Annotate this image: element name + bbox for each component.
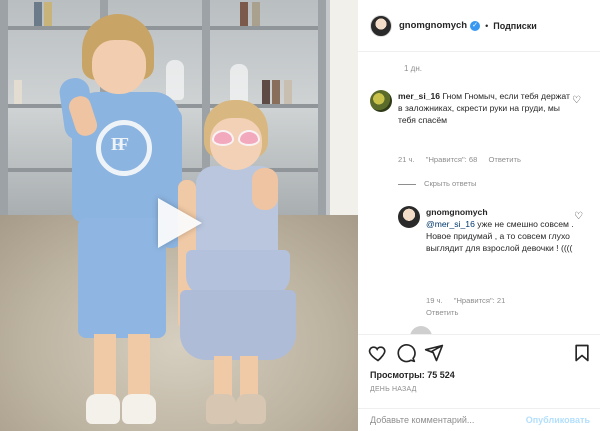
comment-meta-reply: Ответить <box>426 308 467 317</box>
publish-button[interactable]: Опубликовать <box>526 415 590 425</box>
play-icon[interactable] <box>158 198 202 248</box>
instagram-post: gnomgnomych ✓ • Подписки 1 дн. mer_si_16… <box>0 0 600 431</box>
following-button[interactable]: Подписки <box>493 21 537 31</box>
action-bar <box>358 334 600 374</box>
reply-button[interactable]: Ответить <box>426 308 458 317</box>
avatar[interactable] <box>398 206 420 228</box>
comment-text-block: gnomgnomych @mer_si_16 уже не смешно сов… <box>426 206 576 254</box>
comment-time: 21 ч. <box>398 155 415 164</box>
comment-icon[interactable] <box>396 343 416 363</box>
author-username[interactable]: gnomgnomych <box>399 20 467 31</box>
post-time: 1 дн. <box>404 64 422 73</box>
avatar[interactable] <box>410 326 432 334</box>
bookmark-icon[interactable] <box>572 343 592 363</box>
post-video[interactable] <box>0 0 358 431</box>
mention-link[interactable]: @mer_si_16 <box>426 219 475 229</box>
comment-meta: 21 ч. "Нравится": 68 Ответить <box>398 155 530 164</box>
comment-username[interactable]: gnomgnomych <box>426 207 488 217</box>
comments-list[interactable]: 1 дн. mer_si_16 Гном Гномыч, если тебя д… <box>358 52 600 334</box>
heart-icon[interactable] <box>368 343 388 363</box>
comment-meta: 19 ч. "Нравится": 21 <box>426 296 514 305</box>
comment-time: 19 ч. <box>426 296 443 305</box>
verified-icon: ✓ <box>470 20 481 31</box>
post-header: gnomgnomych ✓ • Подписки <box>358 0 600 52</box>
heart-icon[interactable] <box>572 95 582 105</box>
post-date[interactable]: ДЕНЬ НАЗАД <box>370 386 417 393</box>
hide-replies-button[interactable]: Скрыть ответы <box>398 179 476 188</box>
comment-input[interactable] <box>370 415 526 425</box>
avatar[interactable] <box>370 90 392 112</box>
avatar[interactable] <box>370 14 392 37</box>
comment-likes[interactable]: "Нравится": 21 <box>454 296 506 305</box>
post-sidebar: gnomgnomych ✓ • Подписки 1 дн. mer_si_16… <box>358 0 600 431</box>
views-count[interactable]: Просмотры: 75 524 <box>370 370 455 380</box>
add-comment-bar: Опубликовать <box>358 408 600 431</box>
comment-likes[interactable]: "Нравится": 68 <box>426 155 478 164</box>
share-icon[interactable] <box>424 343 444 363</box>
reply-button[interactable]: Ответить <box>488 155 520 164</box>
heart-icon[interactable] <box>574 211 584 221</box>
separator-dot: • <box>485 20 489 31</box>
comment-username[interactable]: mer_si_16 <box>398 91 440 101</box>
comment-text-block: mer_si_16 Гном Гномыч, если тебя держат … <box>398 90 576 126</box>
